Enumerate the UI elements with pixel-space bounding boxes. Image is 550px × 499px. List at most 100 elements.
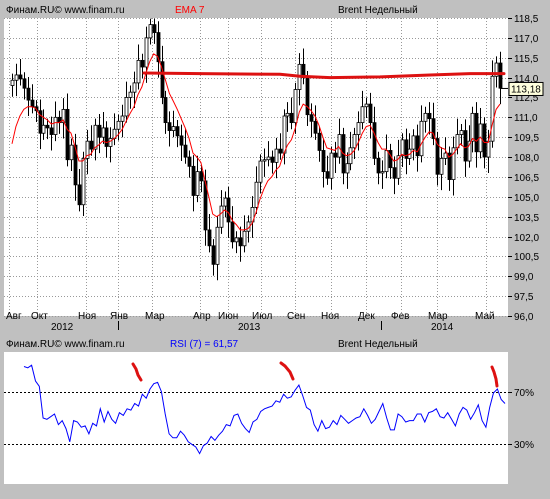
- bullish-candle: [41, 124, 46, 134]
- bearish-candle: [305, 77, 310, 116]
- bearish-candle: [313, 120, 318, 134]
- bullish-candle: [400, 139, 405, 157]
- bullish-candle: [81, 157, 86, 206]
- bullish-candle: [352, 134, 357, 149]
- bearish-candle: [333, 152, 338, 158]
- bullish-candle: [423, 112, 428, 122]
- month-label: Ноя: [78, 311, 96, 322]
- bullish-candle: [69, 144, 74, 161]
- bearish-candle: [482, 123, 487, 158]
- price-tick-label: 117,0: [514, 34, 539, 45]
- bearish-candle: [163, 97, 168, 124]
- bearish-candle: [77, 184, 82, 206]
- rsi-peak-marker: [490, 365, 499, 388]
- bearish-candle: [211, 245, 216, 265]
- month-label: Авг: [6, 311, 22, 322]
- bearish-candle: [65, 108, 70, 161]
- month-label: Мар: [145, 311, 165, 322]
- bullish-candle: [419, 120, 424, 157]
- rsi-tick-label: 30%: [514, 440, 534, 451]
- bearish-candle: [199, 171, 204, 182]
- bullish-candle: [136, 59, 141, 84]
- month-label: Май: [475, 311, 495, 322]
- bullish-candle: [282, 115, 287, 154]
- bearish-candle: [179, 135, 184, 146]
- bearish-candle: [278, 148, 283, 154]
- resistance-line: [142, 71, 506, 80]
- bullish-candle: [116, 120, 121, 130]
- bullish-candle: [148, 24, 153, 39]
- price-tick-label: 118,5: [514, 14, 539, 25]
- bearish-candle: [191, 165, 196, 196]
- month-label: Ноя: [321, 311, 339, 322]
- bullish-candle: [411, 135, 416, 150]
- price-tick-label: 96,0: [514, 312, 534, 323]
- bearish-candle: [175, 126, 180, 137]
- price-tick-label: 105,0: [514, 193, 539, 204]
- bullish-candle: [215, 226, 220, 265]
- price-tick-label: 108,0: [514, 153, 539, 164]
- bullish-candle: [93, 124, 98, 150]
- bearish-candle: [309, 114, 314, 122]
- bullish-candle: [108, 138, 113, 147]
- bearish-candle: [45, 124, 50, 129]
- bearish-candle: [376, 157, 381, 174]
- bearish-candle: [498, 62, 503, 89]
- bullish-candle: [53, 116, 58, 135]
- month-label: Июл: [252, 311, 272, 322]
- bullish-candle: [356, 122, 361, 135]
- bullish-candle: [242, 230, 247, 247]
- bullish-candle: [470, 112, 475, 142]
- bullish-candle: [10, 79, 15, 86]
- bearish-candle: [226, 197, 231, 223]
- brent-weekly-chart: 118,5117,0115,5114,0112,5111,0109,5108,0…: [4, 14, 544, 455]
- bullish-candle: [258, 160, 263, 183]
- bullish-candle: [364, 103, 369, 108]
- price-tick-label: 97,5: [514, 292, 534, 303]
- bearish-candle: [325, 171, 330, 179]
- rsi-line: [23, 364, 506, 455]
- bullish-candle: [380, 171, 385, 174]
- bullish-candle: [360, 106, 365, 124]
- rsi-peak-marker: [131, 362, 143, 382]
- bullish-candle: [171, 126, 176, 131]
- bullish-candle: [337, 134, 342, 158]
- bearish-candle: [289, 112, 294, 124]
- bearish-candle: [187, 156, 192, 167]
- bullish-candle: [285, 112, 290, 117]
- bearish-candle: [89, 140, 94, 150]
- bullish-candle: [128, 91, 133, 98]
- bullish-candle: [348, 147, 353, 165]
- bearish-candle: [30, 99, 35, 108]
- bullish-candle: [486, 140, 491, 158]
- bullish-candle: [293, 89, 298, 124]
- year-label: 2014: [431, 322, 454, 333]
- bearish-candle: [140, 59, 145, 68]
- bearish-candle: [372, 122, 377, 159]
- price-tick-label: 103,5: [514, 213, 539, 224]
- month-label: Дек: [358, 311, 375, 322]
- bullish-candle: [14, 74, 19, 81]
- bullish-candle: [345, 163, 350, 174]
- bearish-candle: [152, 24, 157, 33]
- bullish-candle: [132, 82, 137, 93]
- rsi-tick-label: 70%: [514, 388, 534, 399]
- month-label: Мар: [428, 311, 448, 322]
- month-label: Фев: [391, 311, 409, 322]
- bullish-candle: [223, 197, 228, 207]
- bullish-candle: [254, 181, 259, 208]
- bearish-candle: [97, 124, 102, 138]
- price-tick-label: 99,0: [514, 272, 534, 283]
- bullish-candle: [274, 148, 279, 163]
- price-tick-label: 115,5: [514, 54, 539, 65]
- bearish-candle: [392, 167, 397, 179]
- month-label: Июн: [218, 311, 238, 322]
- bearish-candle: [317, 132, 322, 151]
- bearish-candle: [415, 135, 420, 157]
- bullish-candle: [219, 205, 224, 228]
- bearish-candle: [183, 144, 188, 158]
- bullish-candle: [443, 152, 448, 159]
- bullish-candle: [120, 115, 125, 122]
- month-label: Янв: [110, 311, 128, 322]
- bearish-candle: [104, 127, 109, 147]
